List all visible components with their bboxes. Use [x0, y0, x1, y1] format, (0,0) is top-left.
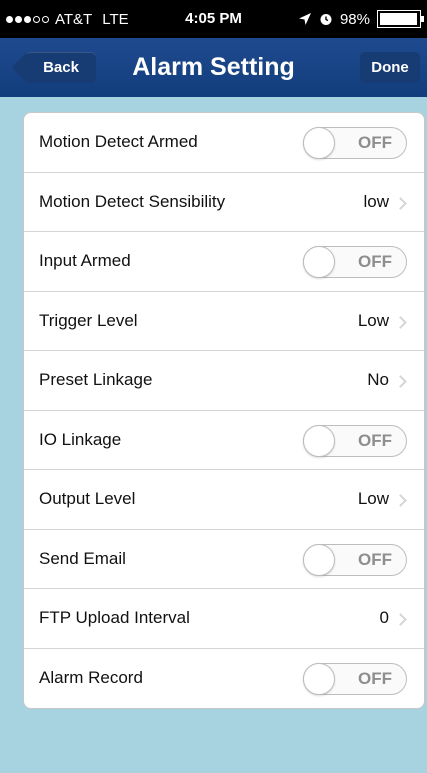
chevron-right-icon — [394, 315, 407, 329]
toggle-state: OFF — [358, 252, 392, 271]
alarm-clock-icon — [320, 14, 332, 25]
setting-value: No — [367, 370, 389, 390]
toggle-state: OFF — [358, 549, 392, 569]
setting-label: Output Level — [39, 489, 136, 509]
chevron-right-icon — [394, 196, 407, 210]
back-button[interactable]: Back — [26, 52, 96, 83]
setting-row-motion-detect-sensibility[interactable]: Motion Detect Sensibility low — [24, 173, 424, 232]
status-bar: AT&T LTE 4:05 PM 98% — [0, 0, 427, 38]
battery-icon — [377, 10, 424, 28]
setting-label: IO Linkage — [39, 429, 122, 449]
setting-row-trigger-level[interactable]: Trigger Level Low — [24, 292, 424, 351]
settings-list: Motion Detect Armed OFF Motion Detect Se… — [23, 112, 425, 709]
setting-value: Low — [357, 489, 389, 509]
setting-row-output-level[interactable]: Output Level Low — [24, 470, 424, 530]
toggle-state: OFF — [358, 430, 392, 450]
chevron-right-icon — [394, 613, 407, 626]
navigation-bar: Alarm Setting Back Done — [0, 38, 427, 97]
setting-value: Low — [357, 310, 389, 330]
setting-row-io-linkage: IO Linkage OFF — [24, 411, 424, 470]
setting-label: Motion Detect Sensibility — [39, 191, 226, 211]
back-button-label: Back — [43, 59, 79, 76]
setting-row-ftp-upload-interval[interactable]: FTP Upload Interval 0 — [24, 589, 424, 649]
setting-row-motion-detect-armed: Motion Detect Armed OFF — [24, 113, 424, 173]
setting-row-alarm-record: Alarm Record OFF — [24, 649, 424, 709]
motion-detect-armed-toggle[interactable]: OFF — [303, 127, 407, 159]
setting-label: Alarm Record — [39, 668, 143, 688]
alarm-record-toggle[interactable]: OFF — [303, 662, 407, 695]
setting-label: FTP Upload Interval — [39, 608, 190, 628]
toggle-state: OFF — [358, 133, 392, 152]
chevron-right-icon — [394, 494, 407, 507]
chevron-right-icon — [394, 375, 407, 388]
setting-label: Send Email — [39, 548, 126, 568]
status-right: 98% — [298, 0, 424, 38]
setting-value: low — [363, 191, 389, 211]
setting-label: Motion Detect Armed — [39, 132, 198, 152]
io-linkage-toggle[interactable]: OFF — [303, 424, 407, 457]
input-armed-toggle[interactable]: OFF — [303, 246, 407, 278]
location-arrow-icon — [298, 13, 311, 25]
send-email-toggle[interactable]: OFF — [303, 543, 407, 576]
setting-row-send-email: Send Email OFF — [24, 530, 424, 589]
setting-label: Preset Linkage — [39, 370, 153, 390]
setting-value: 0 — [379, 608, 389, 628]
toggle-state: OFF — [358, 668, 392, 688]
toggle-knob — [303, 424, 335, 457]
setting-label: Trigger Level — [39, 310, 138, 330]
setting-label: Input Armed — [39, 251, 131, 271]
done-button[interactable]: Done — [360, 52, 420, 83]
toggle-knob — [303, 662, 335, 695]
toggle-knob — [303, 127, 335, 159]
setting-row-preset-linkage[interactable]: Preset Linkage No — [24, 351, 424, 411]
toggle-knob — [303, 543, 335, 576]
battery-percent: 98% — [339, 10, 370, 28]
toggle-knob — [303, 246, 335, 278]
setting-row-input-armed: Input Armed OFF — [24, 232, 424, 292]
